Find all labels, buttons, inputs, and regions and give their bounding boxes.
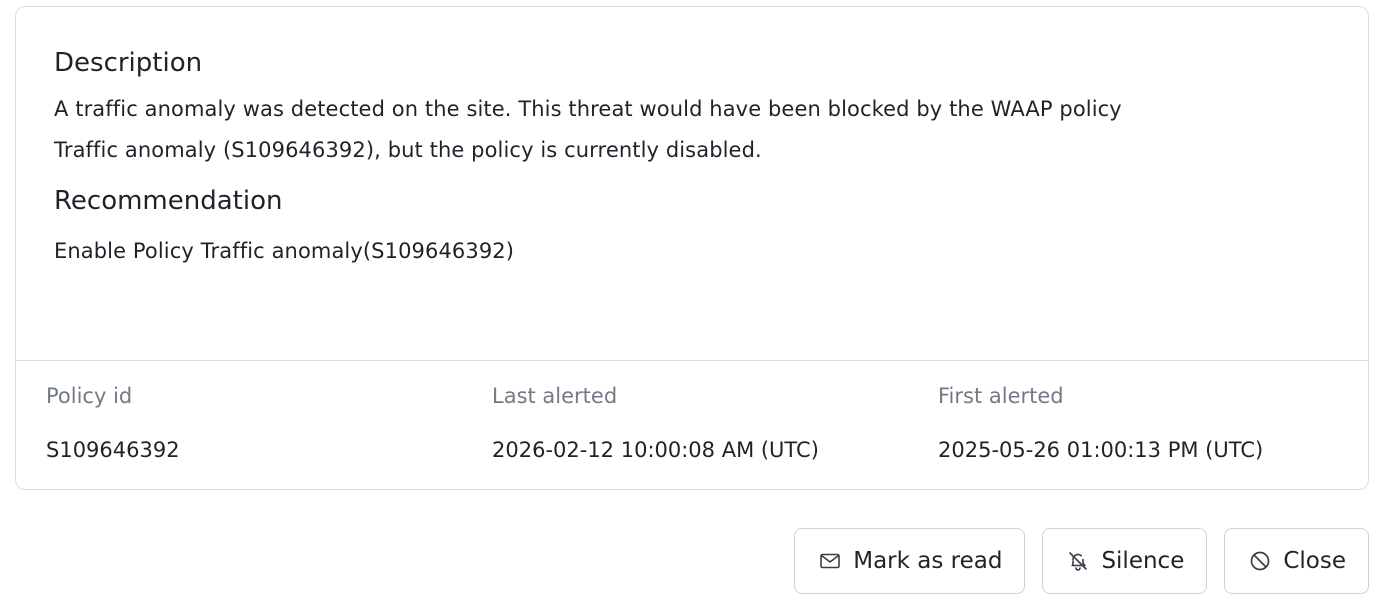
first-alerted-label: First alerted — [938, 384, 1064, 408]
close-label: Close — [1283, 548, 1346, 574]
policy-id-field: Policy id S109646392 — [46, 381, 492, 465]
policy-id-label: Policy id — [46, 384, 133, 408]
recommendation-text: Enable Policy Traffic anomaly(S109646392… — [54, 239, 515, 263]
close-button[interactable]: Close — [1224, 528, 1369, 594]
alert-details-card: Description A traffic anomaly was detect… — [15, 6, 1369, 490]
last-alerted-label: Last alerted — [492, 384, 618, 408]
last-alerted-field: Last alerted 2026-02-12 10:00:08 AM (UTC… — [492, 381, 938, 465]
envelope-icon — [817, 548, 843, 574]
description-text: A traffic anomaly was detected on the si… — [54, 89, 1330, 171]
recommendation-heading: Recommendation — [54, 186, 283, 216]
silence-button[interactable]: Silence — [1042, 528, 1208, 594]
mark-as-read-button[interactable]: Mark as read — [794, 528, 1026, 594]
first-alerted-field: First alerted 2025-05-26 01:00:13 PM (UT… — [938, 381, 1358, 465]
alert-actions: Mark as read Silence Close — [794, 528, 1369, 594]
description-heading: Description — [54, 48, 203, 78]
description-text-line: A traffic anomaly was detected on the si… — [54, 97, 1122, 121]
alert-meta-row: Policy id S109646392 Last alerted 2026-0… — [16, 361, 1368, 465]
description-text-line: Traffic anomaly (S109646392), but the po… — [54, 138, 762, 162]
first-alerted-value: 2025-05-26 01:00:13 PM (UTC) — [938, 438, 1264, 462]
last-alerted-value: 2026-02-12 10:00:08 AM (UTC) — [492, 438, 819, 462]
bell-off-icon — [1065, 548, 1091, 574]
ban-icon — [1247, 548, 1273, 574]
mark-as-read-label: Mark as read — [853, 548, 1003, 574]
policy-id-value: S109646392 — [46, 438, 180, 462]
silence-label: Silence — [1101, 548, 1185, 574]
alert-details-body: Description A traffic anomaly was detect… — [16, 7, 1368, 361]
